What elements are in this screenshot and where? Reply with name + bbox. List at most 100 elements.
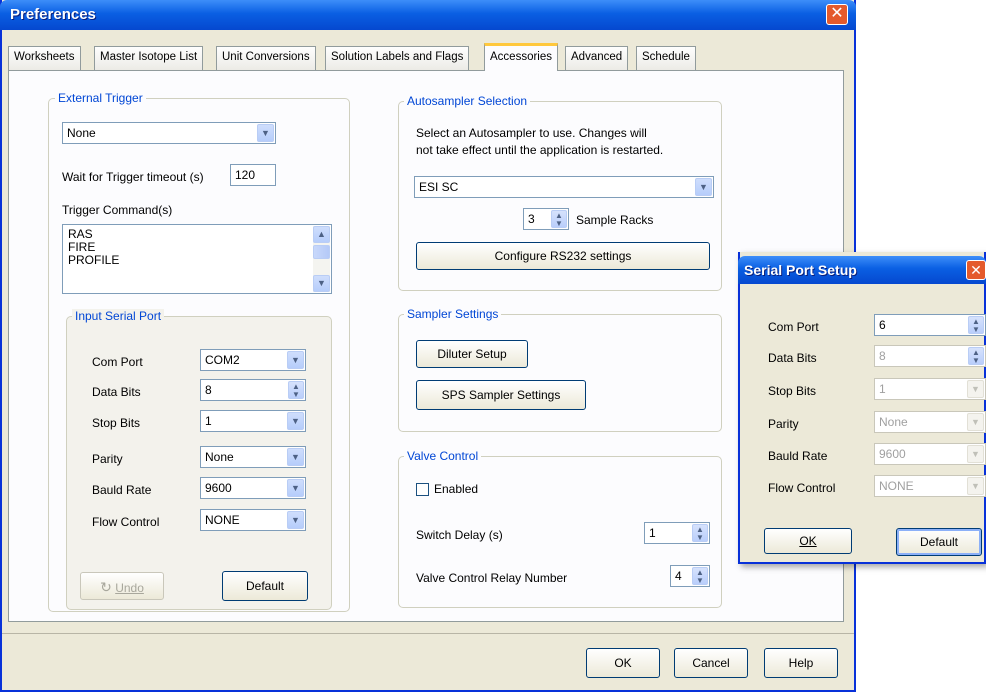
- stop-bits-value: 1: [205, 414, 212, 428]
- sampler-settings-legend: Sampler Settings: [404, 307, 502, 321]
- autosampler-description-2: not take effect until the application is…: [416, 143, 664, 157]
- configure-rs232-button[interactable]: Configure RS232 settings: [416, 242, 710, 270]
- autosampler-select[interactable]: ESI SC ▼: [414, 176, 714, 198]
- cancel-button[interactable]: Cancel: [674, 648, 748, 678]
- popup-default-button[interactable]: Default: [896, 528, 982, 556]
- list-item: RAS: [68, 227, 93, 241]
- spin-arrows-icon[interactable]: ▲ ▼: [692, 524, 708, 542]
- spin-arrows-icon[interactable]: ▲ ▼: [968, 316, 984, 334]
- window-title: Preferences: [10, 6, 96, 23]
- serial-port-setup-title-bar: Serial Port Setup ✕: [738, 256, 986, 284]
- com-port-select[interactable]: COM2 ▼: [200, 349, 306, 371]
- popup-stop-bits-value: 1: [879, 382, 886, 396]
- parity-label: Parity: [92, 452, 123, 466]
- popup-flow-control-label: Flow Control: [768, 481, 836, 495]
- trigger-timeout-value: 120: [235, 168, 256, 182]
- serial-port-setup-dialog: [738, 252, 986, 564]
- tab-worksheets[interactable]: Worksheets: [8, 46, 81, 70]
- scroll-thumb[interactable]: [313, 245, 330, 259]
- sample-racks-value: 3: [528, 212, 535, 226]
- popup-com-port-value: 6: [879, 318, 886, 332]
- trigger-mode-value: None: [67, 126, 96, 140]
- tab-solution-labels-and-flags[interactable]: Solution Labels and Flags: [325, 46, 470, 70]
- chevron-down-icon: ▼: [967, 380, 984, 398]
- spin-arrows-icon[interactable]: ▲ ▼: [551, 210, 567, 228]
- scroll-up-icon[interactable]: ▲: [313, 226, 330, 243]
- tab-unit-conversions[interactable]: Unit Conversions: [216, 46, 316, 70]
- popup-baud-rate-select: 9600 ▼: [874, 443, 986, 465]
- switch-delay-stepper[interactable]: 1 ▲ ▼: [644, 522, 710, 544]
- popup-com-port-label: Com Port: [768, 320, 819, 334]
- data-bits-stepper[interactable]: 8 ▲ ▼: [200, 379, 306, 401]
- popup-baud-rate-label: Bauld Rate: [768, 449, 828, 463]
- valve-enabled-checkbox[interactable]: [416, 483, 429, 496]
- sample-racks-label: Sample Racks: [576, 213, 654, 227]
- input-serial-default-button[interactable]: Default: [222, 571, 308, 601]
- configure-rs232-label: Configure RS232 settings: [494, 249, 632, 263]
- chevron-down-icon[interactable]: ▼: [287, 351, 304, 369]
- diluter-setup-button[interactable]: Diluter Setup: [416, 340, 528, 368]
- popup-parity-label: Parity: [768, 417, 799, 431]
- external-trigger-legend: External Trigger: [55, 91, 146, 105]
- switch-delay-value: 1: [649, 526, 656, 540]
- popup-baud-rate-value: 9600: [879, 447, 906, 461]
- tab-accessories[interactable]: Accessories: [484, 43, 558, 71]
- close-icon[interactable]: ✕: [966, 260, 986, 280]
- chevron-down-icon: ▼: [967, 477, 984, 495]
- stop-bits-label: Stop Bits: [92, 416, 141, 430]
- flow-control-select[interactable]: NONE ▼: [200, 509, 306, 531]
- baud-rate-value: 9600: [205, 481, 232, 495]
- chevron-down-icon[interactable]: ▼: [287, 479, 304, 497]
- popup-com-port-stepper[interactable]: 6 ▲ ▼: [874, 314, 986, 336]
- ok-button[interactable]: OK: [586, 648, 660, 678]
- sample-racks-stepper[interactable]: 3 ▲ ▼: [523, 208, 569, 230]
- tab-master-isotope-list[interactable]: Master Isotope List: [94, 46, 204, 70]
- diluter-setup-label: Diluter Setup: [437, 347, 507, 361]
- title-bar: Preferences ✕: [0, 0, 856, 30]
- com-port-value: COM2: [205, 353, 240, 367]
- default-label: Default: [245, 579, 285, 593]
- trigger-commands-list[interactable]: RAS FIRE PROFILE ▲ ▼: [62, 224, 332, 294]
- help-button[interactable]: Help: [764, 648, 838, 678]
- chevron-down-icon: ▼: [967, 445, 984, 463]
- parity-value: None: [205, 450, 234, 464]
- baud-rate-label: Bauld Rate: [92, 483, 152, 497]
- spin-arrows-icon[interactable]: ▲ ▼: [692, 567, 708, 585]
- autosampler-description-1: Select an Autosampler to use. Changes wi…: [416, 126, 647, 140]
- popup-parity-select: None ▼: [874, 411, 986, 433]
- chevron-down-icon[interactable]: ▼: [287, 412, 304, 430]
- help-label: Help: [788, 656, 814, 670]
- chevron-down-icon[interactable]: ▼: [695, 178, 712, 196]
- data-bits-value: 8: [205, 383, 212, 397]
- popup-data-bits-value: 8: [879, 349, 886, 363]
- popup-default-label: Default: [919, 535, 959, 549]
- sps-sampler-settings-button[interactable]: SPS Sampler Settings: [416, 380, 586, 410]
- sampler-settings-group: [398, 314, 722, 432]
- commands-scrollbar[interactable]: ▲ ▼: [313, 226, 330, 292]
- parity-select[interactable]: None ▼: [200, 446, 306, 468]
- undo-label: Undo: [115, 581, 144, 595]
- chevron-down-icon[interactable]: ▼: [287, 511, 304, 529]
- popup-stop-bits-select: 1 ▼: [874, 378, 986, 400]
- autosampler-legend: Autosampler Selection: [404, 94, 531, 108]
- undo-icon: ↻: [100, 579, 112, 595]
- relay-number-stepper[interactable]: 4 ▲ ▼: [670, 565, 710, 587]
- close-icon[interactable]: ✕: [826, 4, 848, 25]
- popup-parity-value: None: [879, 415, 908, 429]
- tab-advanced[interactable]: Advanced: [565, 46, 629, 70]
- spin-arrows-icon[interactable]: ▲ ▼: [288, 381, 304, 399]
- relay-number-value: 4: [675, 569, 682, 583]
- chevron-down-icon[interactable]: ▼: [257, 124, 274, 142]
- scroll-down-icon[interactable]: ▼: [313, 275, 330, 292]
- stop-bits-select[interactable]: 1 ▼: [200, 410, 306, 432]
- chevron-down-icon[interactable]: ▼: [287, 448, 304, 466]
- relay-number-label: Valve Control Relay Number: [416, 571, 568, 585]
- trigger-mode-select[interactable]: None ▼: [62, 122, 276, 144]
- undo-button[interactable]: ↻ Undo: [80, 572, 164, 600]
- trigger-timeout-input[interactable]: 120: [230, 164, 276, 186]
- com-port-label: Com Port: [92, 355, 143, 369]
- tab-schedule[interactable]: Schedule: [636, 46, 696, 70]
- baud-rate-select[interactable]: 9600 ▼: [200, 477, 306, 499]
- popup-ok-button[interactable]: OK: [764, 528, 852, 554]
- popup-flow-control-value: NONE: [879, 479, 914, 493]
